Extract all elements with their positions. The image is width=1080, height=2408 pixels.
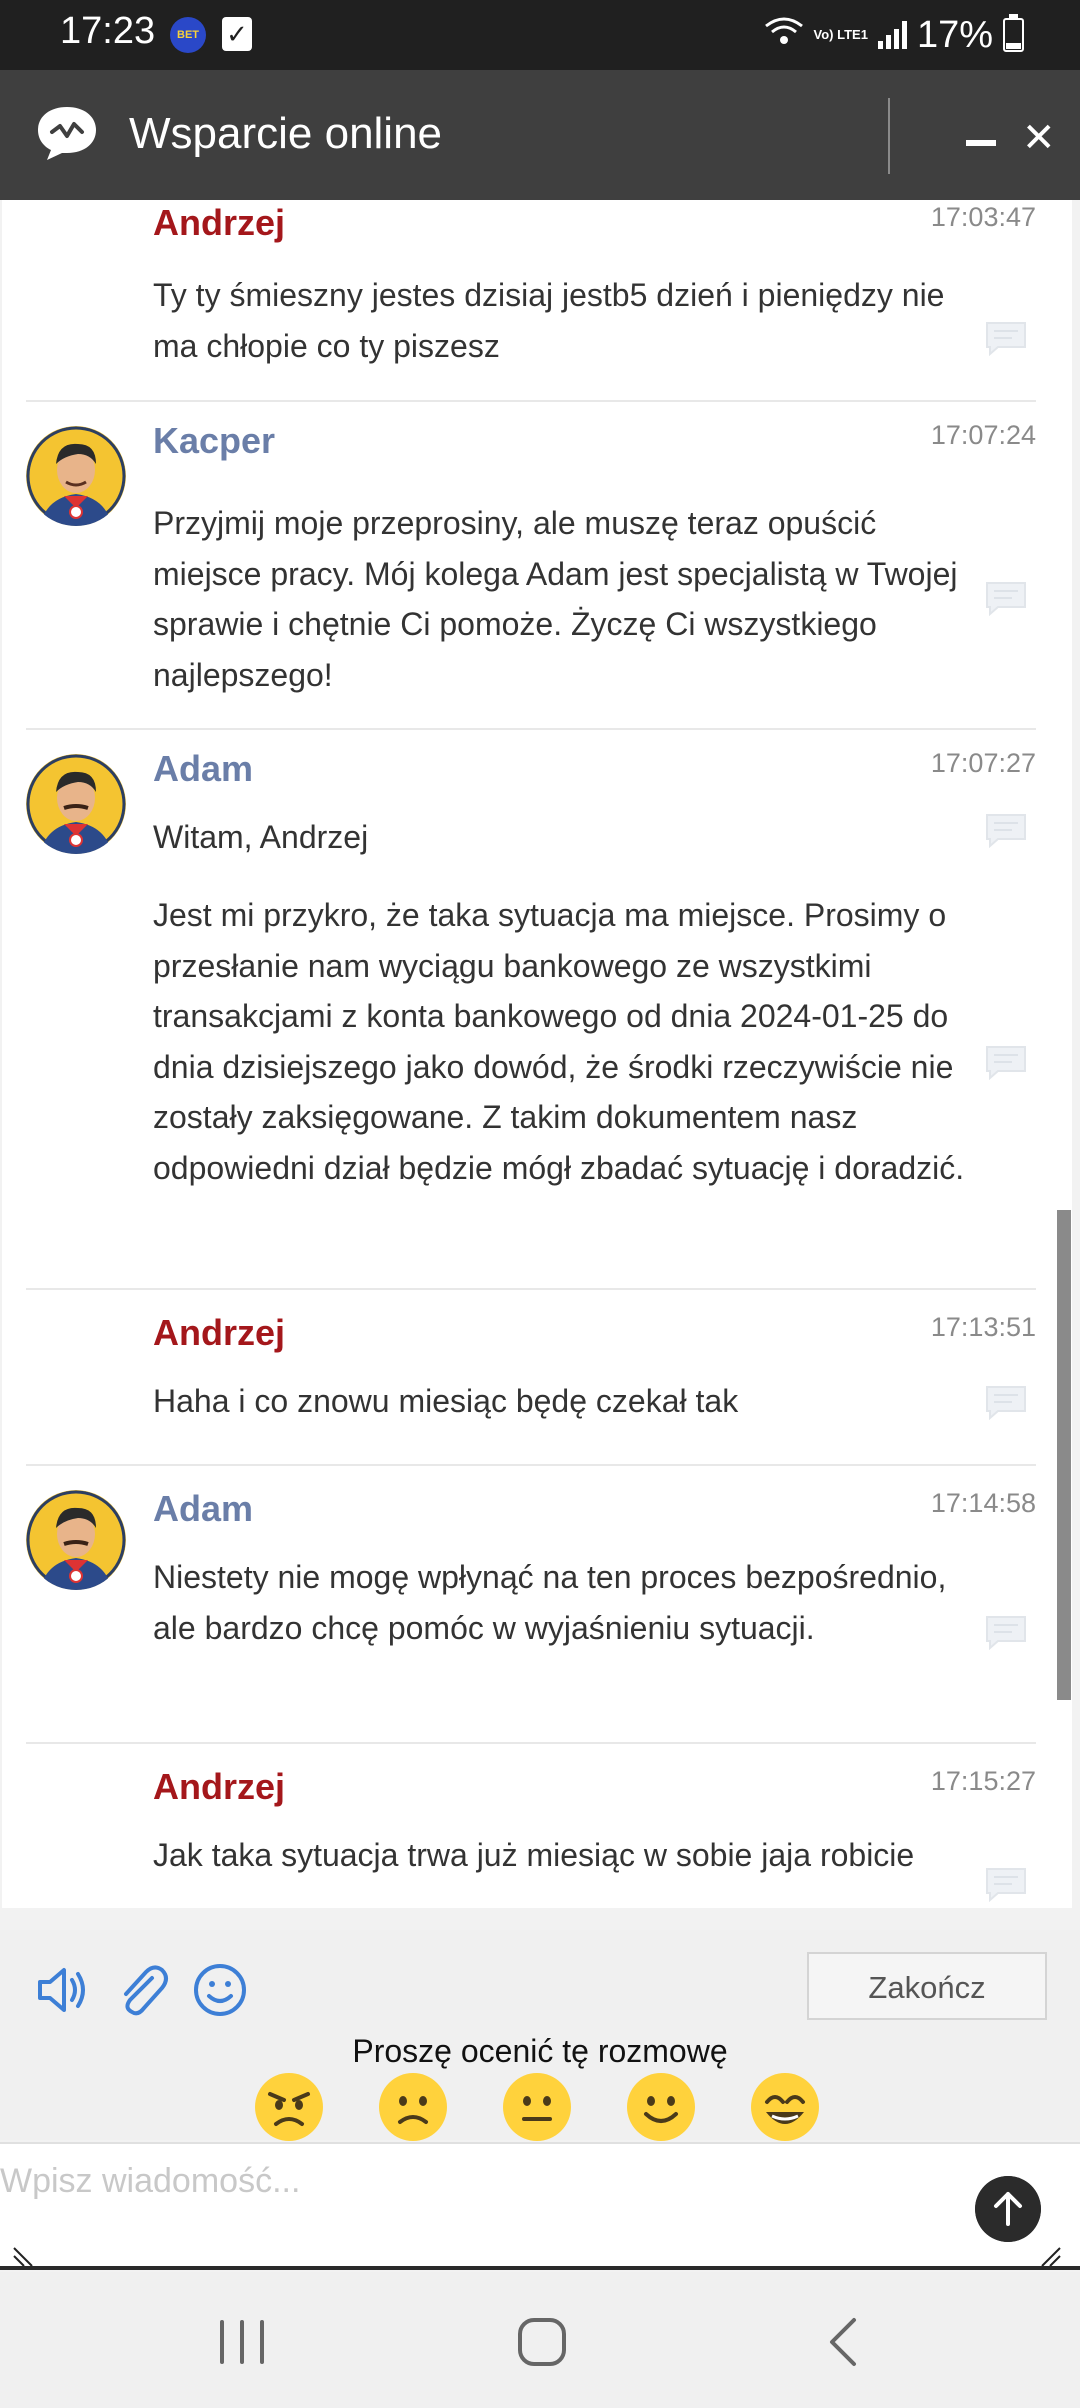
minimize-button[interactable] bbox=[966, 140, 996, 146]
message-text: Jak taka sytuacja trwa już miesiąc w sob… bbox=[153, 1837, 915, 1873]
happy-face-icon[interactable] bbox=[626, 2072, 696, 2142]
message-time: 17:14:58 bbox=[930, 1488, 1036, 1518]
love-face-icon[interactable] bbox=[750, 2072, 820, 2142]
signal-icon bbox=[877, 21, 907, 49]
network-type-label: Vo) LTE1 bbox=[813, 27, 868, 42]
chat-title: Wsparcie online bbox=[129, 109, 443, 158]
message-bubble-icon[interactable] bbox=[984, 580, 1028, 616]
message-time: 17:15:27 bbox=[930, 1766, 1036, 1796]
avatar bbox=[26, 754, 126, 854]
resize-handle-icon[interactable] bbox=[12, 2246, 34, 2268]
home-icon[interactable] bbox=[512, 2312, 572, 2372]
message-item: Andrzej 17:13:51 Haha i co znowu miesiąc… bbox=[26, 1288, 1036, 1466]
message-text: Jest mi przykro, że taka sytuacja ma mie… bbox=[153, 897, 965, 1186]
message-text: Przyjmij moje przeprosiny, ale muszę ter… bbox=[153, 505, 958, 693]
angry-face-icon[interactable] bbox=[254, 2072, 324, 2142]
chat-toolbar: Zakończ Proszę ocenić tę rozmowę bbox=[0, 1930, 1080, 2142]
message-author: Adam bbox=[153, 1488, 254, 1529]
avatar bbox=[26, 1490, 126, 1590]
message-bubble-icon[interactable] bbox=[984, 812, 1028, 848]
status-bar: 17:23 BET ✓ Vo) LTE1 17% bbox=[0, 0, 1080, 70]
message-author: Andrzej bbox=[153, 1312, 286, 1353]
message-bubble-icon[interactable] bbox=[984, 1044, 1028, 1080]
message-author: Andrzej bbox=[153, 1766, 286, 1807]
status-time: 17:23 bbox=[60, 10, 156, 52]
message-item: Kacper 17:07:24 Przyjmij moje przeprosin… bbox=[26, 400, 1036, 730]
message-bubble-icon[interactable] bbox=[984, 320, 1028, 356]
message-list[interactable]: Andrzej 17:03:47 Ty ty śmieszny jestes d… bbox=[2, 200, 1056, 1908]
header-divider bbox=[888, 98, 890, 174]
message-bubble-icon[interactable] bbox=[984, 1614, 1028, 1650]
message-text: Niestety nie mogę wpłynąć na ten proces … bbox=[153, 1559, 947, 1646]
chat-logo-icon bbox=[38, 107, 96, 160]
message-composer bbox=[0, 2142, 1080, 2268]
battery-percent: 17% bbox=[916, 13, 993, 56]
checkbox-notification-icon: ✓ bbox=[222, 17, 252, 51]
scrollbar-thumb[interactable] bbox=[1057, 1210, 1071, 1700]
message-time: 17:13:51 bbox=[930, 1312, 1036, 1342]
wifi-icon bbox=[764, 16, 804, 54]
resize-handle-icon[interactable] bbox=[1040, 2246, 1062, 2268]
widget-border bbox=[0, 2266, 1080, 2270]
message-item: Adam 17:14:58 Niestety nie mogę wpłynąć … bbox=[26, 1464, 1036, 1744]
message-author: Kacper bbox=[153, 420, 276, 461]
send-button[interactable] bbox=[975, 2176, 1041, 2242]
end-chat-button[interactable]: Zakończ bbox=[807, 1952, 1047, 2020]
chat-header: Wsparcie online ✕ bbox=[0, 70, 1080, 200]
message-text: Haha i co znowu miesiąc będę czekał tak bbox=[153, 1383, 739, 1419]
avatar bbox=[26, 426, 126, 526]
message-bubble-icon[interactable] bbox=[984, 1866, 1028, 1902]
message-time: 17:07:24 bbox=[930, 420, 1036, 450]
speaker-icon[interactable] bbox=[34, 1960, 94, 2020]
system-nav-bar bbox=[0, 2272, 1080, 2408]
message-author: Adam bbox=[153, 748, 254, 789]
rating-prompt: Proszę ocenić tę rozmowę bbox=[352, 2033, 728, 2069]
neutral-face-icon[interactable] bbox=[502, 2072, 572, 2142]
close-button[interactable]: ✕ bbox=[1022, 110, 1056, 166]
emoji-icon[interactable] bbox=[190, 1960, 250, 2020]
app-notification-icon: BET bbox=[170, 17, 206, 53]
message-text: Witam, Andrzej bbox=[153, 819, 369, 855]
back-icon[interactable] bbox=[814, 2312, 874, 2372]
paperclip-icon[interactable] bbox=[112, 1960, 172, 2020]
message-item: Andrzej 17:15:27 Jak taka sytuacja trwa … bbox=[26, 1742, 1036, 1908]
message-item: Andrzej 17:03:47 Ty ty śmieszny jestes d… bbox=[26, 200, 1036, 402]
message-author: Andrzej bbox=[153, 202, 286, 243]
message-time: 17:07:27 bbox=[930, 748, 1036, 778]
message-text: Ty ty śmieszny jestes dzisiaj jestb5 dzi… bbox=[153, 277, 945, 364]
message-item: Adam 17:07:27 Witam, Andrzej Jest mi prz… bbox=[26, 728, 1036, 1290]
sad-face-icon[interactable] bbox=[378, 2072, 448, 2142]
message-time: 17:03:47 bbox=[930, 202, 1036, 232]
battery-icon bbox=[1003, 14, 1024, 52]
recent-apps-icon[interactable] bbox=[212, 2312, 272, 2372]
message-bubble-icon[interactable] bbox=[984, 1384, 1028, 1420]
message-input[interactable] bbox=[0, 2156, 960, 2206]
